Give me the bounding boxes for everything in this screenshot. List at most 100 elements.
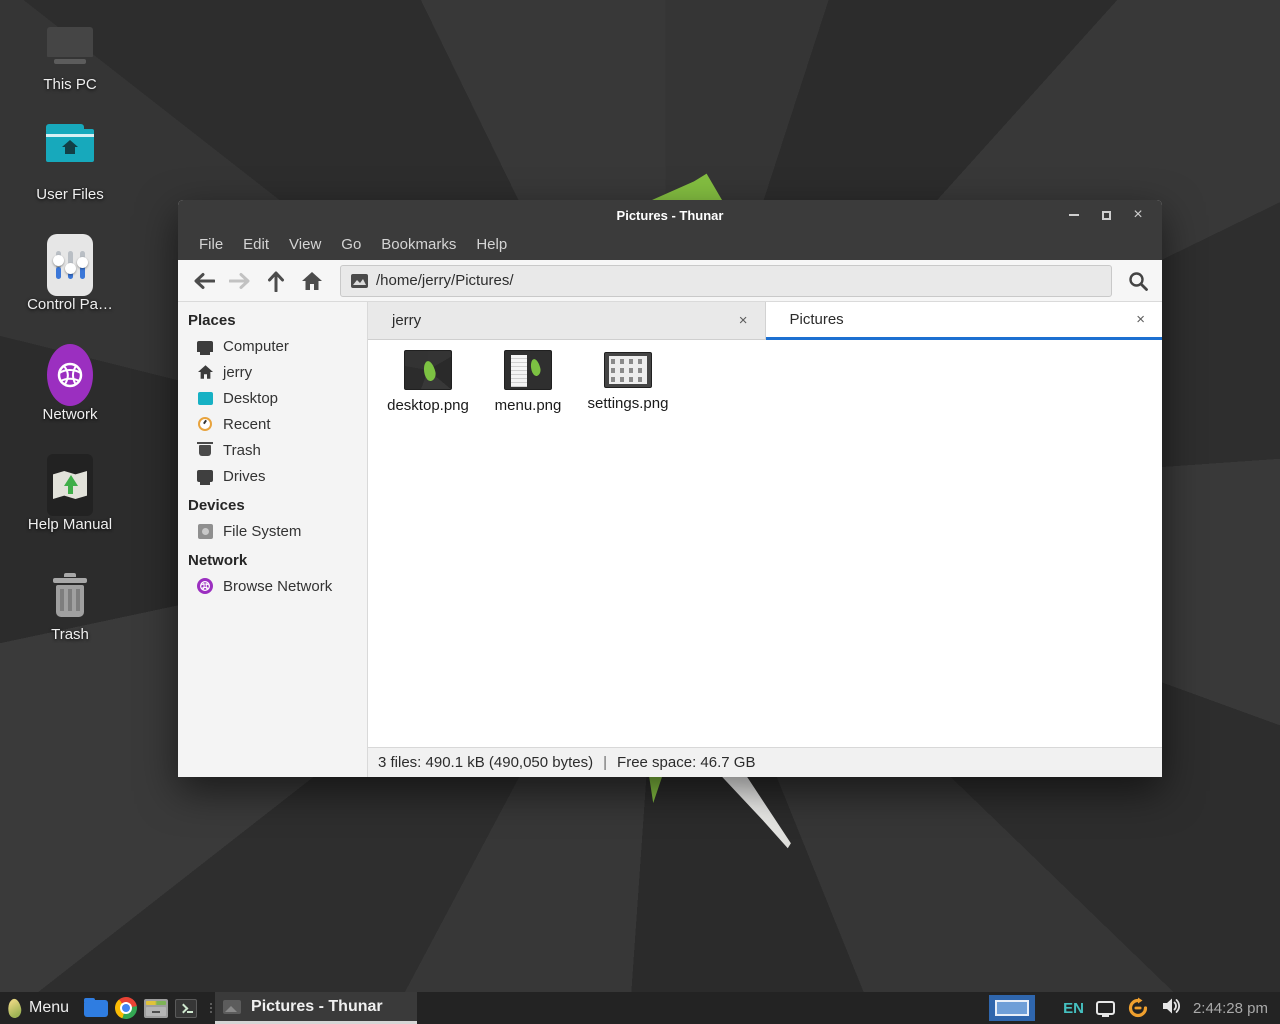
sidebar-item-jerry[interactable]: jerry: [178, 359, 367, 385]
sidebar-heading-devices: Devices: [178, 493, 367, 518]
close-button[interactable]: ×: [1122, 201, 1154, 229]
sidebar-item-recent[interactable]: Recent: [178, 411, 367, 437]
taskbar: Menu Pictures - Thunar EN 2:44:28 pm: [0, 992, 1280, 1024]
network-globe-icon: [47, 344, 93, 406]
desktop-icon: [196, 389, 214, 407]
back-button[interactable]: [186, 264, 222, 298]
desktop-icon-label: Control Pa…: [27, 296, 113, 313]
launcher-archive[interactable]: [141, 992, 171, 1024]
image-thumbnail: [604, 352, 652, 388]
launcher-files[interactable]: [81, 992, 111, 1024]
control-panel-icon: [47, 234, 93, 296]
workspace-switcher[interactable]: [989, 995, 1035, 1021]
minimize-icon: [1069, 214, 1079, 216]
tab-jerry[interactable]: jerry ×: [368, 302, 766, 340]
taskbar-window-button[interactable]: Pictures - Thunar: [215, 992, 417, 1024]
desktop-icon-label: User Files: [36, 186, 104, 203]
tab-pictures[interactable]: Pictures ×: [766, 302, 1163, 340]
files-area[interactable]: desktop.png menu.png settings.png: [368, 340, 1162, 747]
panel-grip-handle[interactable]: [207, 992, 215, 1024]
network-globe-icon: [196, 577, 214, 595]
clock[interactable]: 2:44:28 pm: [1193, 1000, 1268, 1017]
maximize-button[interactable]: [1090, 201, 1122, 229]
minimize-button[interactable]: [1058, 201, 1090, 229]
desktop-icon-this-pc[interactable]: This PC: [20, 14, 120, 114]
path-text: /home/jerry/Pictures/: [376, 272, 514, 289]
close-icon: ×: [1133, 207, 1142, 223]
toolbar: /home/jerry/Pictures/: [178, 260, 1162, 302]
display-icon[interactable]: [1096, 1001, 1115, 1015]
menu-file[interactable]: File: [189, 230, 233, 260]
sidebar-item-trash[interactable]: Trash: [178, 437, 367, 463]
status-bar: 3 files: 490.1 kB (490,050 bytes) | Free…: [368, 747, 1162, 777]
file-manager-icon: [84, 1000, 108, 1017]
file-cabinet-icon: [144, 999, 168, 1018]
home-button[interactable]: [294, 264, 330, 298]
computer-icon: [196, 337, 214, 355]
menu-help[interactable]: Help: [466, 230, 517, 260]
menu-bookmarks[interactable]: Bookmarks: [371, 230, 466, 260]
file-settings-png[interactable]: settings.png: [578, 350, 678, 412]
sidebar-heading-places: Places: [178, 308, 367, 333]
wallpaper-mint-logo-fragment: [646, 777, 662, 803]
sidebar-item-browse-network[interactable]: Browse Network: [178, 573, 367, 599]
home-icon: [196, 363, 214, 381]
chrome-icon: [115, 997, 137, 1019]
wallpaper-mint-logo-fragment: [652, 170, 722, 200]
image-file-icon: [351, 274, 368, 288]
menu-view[interactable]: View: [279, 230, 331, 260]
maximize-icon: [1102, 211, 1111, 220]
desktop-icon-network[interactable]: Network: [20, 344, 120, 444]
desktop-icon-user-files[interactable]: User Files: [20, 124, 120, 224]
desktop-icon-help-manual[interactable]: Help Manual: [20, 454, 120, 554]
help-manual-icon: [47, 454, 93, 516]
hard-disk-icon: [196, 522, 214, 540]
desktop-icon-label: Help Manual: [28, 516, 112, 533]
image-thumbnail: [504, 350, 552, 390]
sidebar-item-desktop[interactable]: Desktop: [178, 385, 367, 411]
sidebar: Places Computer jerry Desktop Recent: [178, 302, 368, 777]
desktop-icon-label: Trash: [51, 626, 89, 643]
main-pane: jerry × Pictures × desktop.png menu.png: [368, 302, 1162, 777]
window-controls: ×: [1058, 201, 1154, 229]
trash-icon: [53, 564, 87, 626]
desktop-icon-trash[interactable]: Trash: [20, 564, 120, 664]
wallpaper-mint-logo-fragment: [716, 777, 794, 849]
up-button[interactable]: [258, 264, 294, 298]
terminal-icon: [175, 999, 197, 1018]
launcher-terminal[interactable]: [171, 992, 201, 1024]
keyboard-layout-indicator[interactable]: EN: [1063, 1000, 1084, 1017]
tab-close-icon[interactable]: ×: [736, 312, 751, 329]
window-titlebar[interactable]: Pictures - Thunar ×: [178, 200, 1162, 230]
menu-edit[interactable]: Edit: [233, 230, 279, 260]
sidebar-item-drives[interactable]: Drives: [178, 463, 367, 489]
launcher-chrome[interactable]: [111, 992, 141, 1024]
status-separator: |: [603, 754, 607, 771]
menu-go[interactable]: Go: [331, 230, 371, 260]
path-bar[interactable]: /home/jerry/Pictures/: [340, 265, 1112, 297]
sidebar-item-computer[interactable]: Computer: [178, 333, 367, 359]
desktop-icon-column: This PC User Files Control Pa… Network: [20, 14, 120, 674]
search-icon: [1127, 270, 1149, 292]
tab-close-icon[interactable]: ×: [1133, 311, 1148, 328]
menu-button-label: Menu: [29, 999, 69, 1017]
sidebar-item-file-system[interactable]: File System: [178, 518, 367, 544]
volume-icon[interactable]: [1161, 997, 1181, 1020]
home-folder-icon: [46, 124, 94, 186]
thunar-image-icon: [223, 1000, 241, 1014]
search-button[interactable]: [1120, 264, 1156, 298]
free-space: Free space: 46.7 GB: [617, 754, 755, 771]
menu-button[interactable]: Menu: [0, 992, 81, 1024]
sidebar-heading-network: Network: [178, 548, 367, 573]
desktop-icon-control-panel[interactable]: Control Pa…: [20, 234, 120, 334]
forward-arrow-icon: [230, 274, 248, 287]
file-menu-png[interactable]: menu.png: [478, 350, 578, 414]
computer-icon: [47, 14, 93, 76]
update-manager-icon[interactable]: [1127, 997, 1149, 1019]
system-tray: EN 2:44:28 pm: [989, 992, 1280, 1024]
tab-bar: jerry × Pictures ×: [368, 302, 1162, 340]
forward-button[interactable]: [222, 264, 258, 298]
up-arrow-icon: [270, 273, 283, 291]
file-desktop-png[interactable]: desktop.png: [378, 350, 478, 414]
desktop-icon-label: Network: [42, 406, 97, 423]
